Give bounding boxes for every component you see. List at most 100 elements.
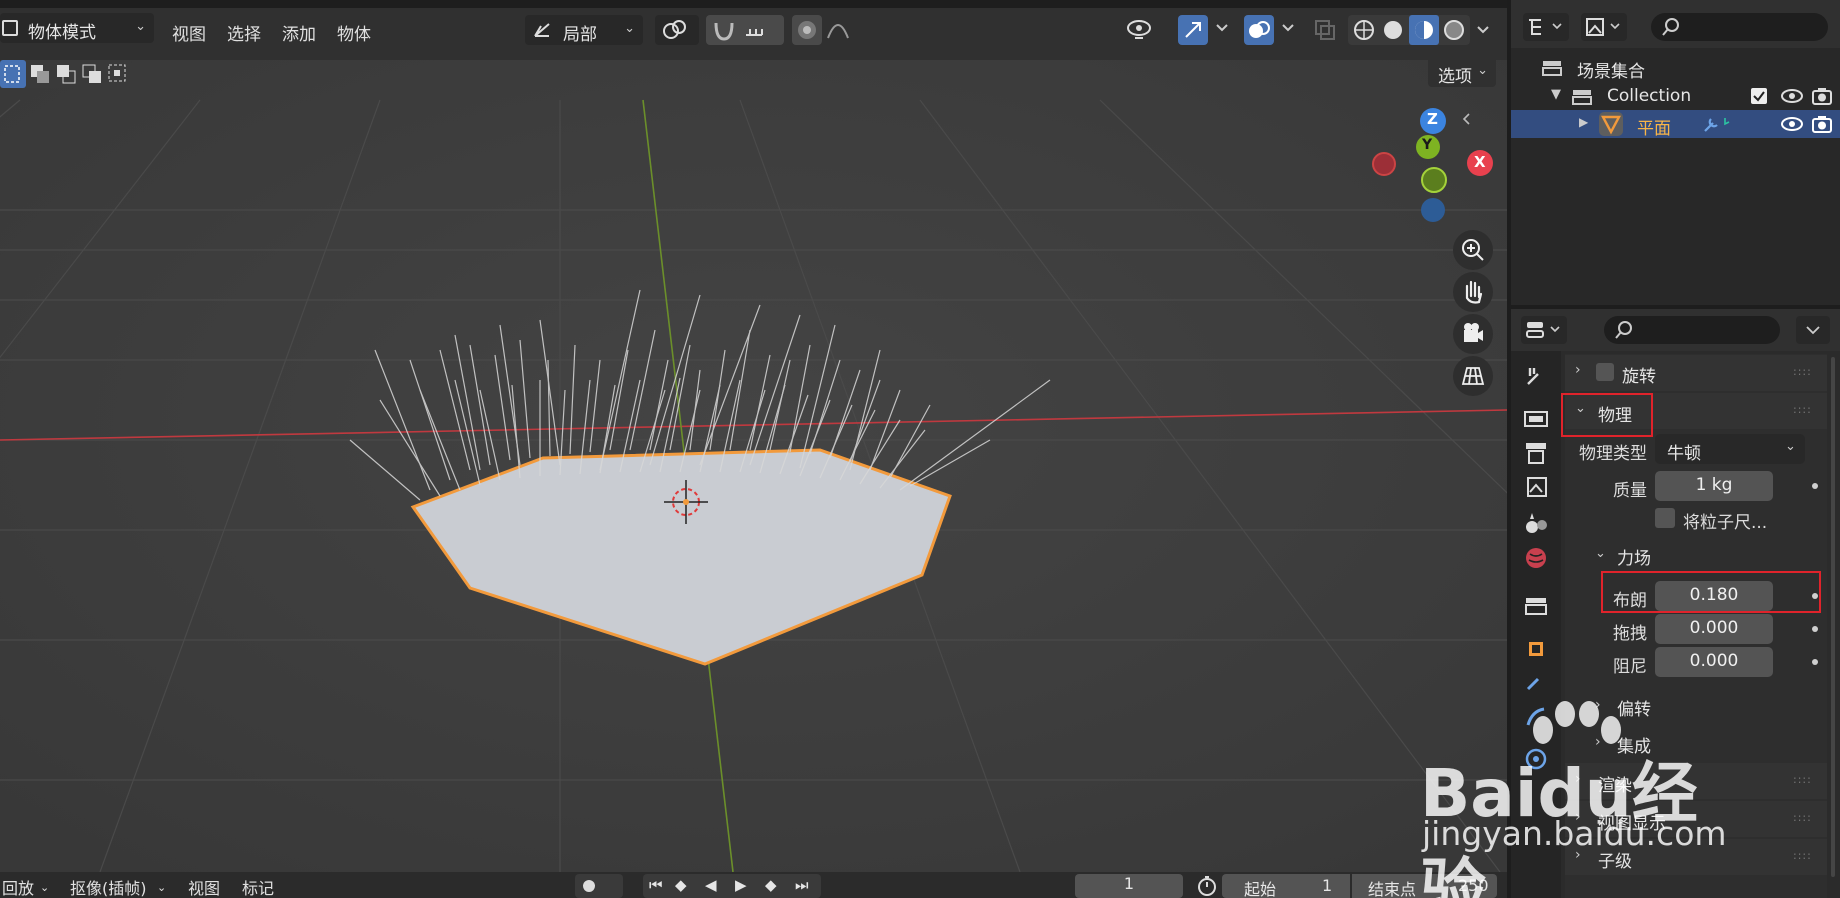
chevron-down-icon[interactable]: ⌄ bbox=[40, 881, 49, 894]
collection-tab-icon[interactable] bbox=[1520, 590, 1552, 622]
current-frame-field[interactable]: 1 bbox=[1075, 874, 1183, 898]
render-tab-icon[interactable] bbox=[1520, 402, 1552, 434]
overlay-toggle-button[interactable] bbox=[1244, 15, 1274, 45]
filter-dropdown[interactable] bbox=[1581, 13, 1627, 41]
solid-shading-icon[interactable] bbox=[1381, 18, 1405, 42]
prev-key-icon[interactable]: ◆ bbox=[675, 876, 687, 894]
damp-field[interactable]: 0.000 bbox=[1655, 647, 1773, 677]
stopwatch-icon[interactable] bbox=[1195, 874, 1219, 898]
select-extend-icon[interactable] bbox=[54, 62, 78, 86]
camera-view-button[interactable] bbox=[1453, 314, 1493, 354]
options-dropdown[interactable]: 选项 ⌄ bbox=[1428, 60, 1496, 87]
chevron-down-icon[interactable] bbox=[1214, 20, 1230, 36]
menu-object[interactable]: 物体 bbox=[337, 20, 371, 45]
rotation-checkbox[interactable] bbox=[1596, 363, 1614, 381]
timeline-view-menu[interactable]: 视图 bbox=[188, 875, 220, 898]
auto-key-button[interactable] bbox=[575, 874, 623, 898]
scene-tab-icon[interactable] bbox=[1520, 507, 1552, 539]
animate-property-dot[interactable] bbox=[1812, 626, 1818, 632]
wireframe-shading-icon[interactable] bbox=[1352, 18, 1376, 42]
drag-field[interactable]: 0.000 bbox=[1655, 614, 1773, 644]
gizmo-neg-z[interactable] bbox=[1421, 198, 1445, 222]
snap-toggle-button[interactable] bbox=[706, 15, 784, 45]
drag-grip-icon[interactable]: :::: bbox=[1793, 773, 1812, 786]
play-icon[interactable]: ▶ bbox=[735, 876, 747, 894]
drag-grip-icon[interactable]: :::: bbox=[1793, 811, 1812, 824]
grid-perspective-icon bbox=[1461, 367, 1485, 385]
mass-field[interactable]: 1 kg bbox=[1655, 471, 1773, 501]
modifier-tab-icon[interactable] bbox=[1520, 665, 1552, 697]
gizmo-z-axis[interactable]: Z bbox=[1420, 108, 1446, 134]
menu-add[interactable]: 添加 bbox=[282, 20, 316, 45]
modifier-wrench-icon[interactable] bbox=[1701, 114, 1733, 134]
pivot-point-button[interactable] bbox=[655, 15, 699, 45]
physics-type-dropdown[interactable]: 牛顿 ⌄ bbox=[1655, 434, 1805, 464]
perspective-toggle-button[interactable] bbox=[1453, 356, 1493, 396]
chevron-down-icon[interactable] bbox=[1475, 22, 1491, 38]
playback-menu[interactable]: 回放 bbox=[2, 875, 34, 898]
next-key-icon[interactable]: ◆ bbox=[765, 876, 777, 894]
jump-start-icon[interactable]: ⏮ bbox=[649, 876, 663, 894]
animate-property-dot[interactable] bbox=[1812, 659, 1818, 665]
drag-grip-icon[interactable]: :::: bbox=[1793, 849, 1812, 862]
properties-search-input[interactable] bbox=[1604, 316, 1780, 344]
gizmo-neg-x[interactable] bbox=[1372, 152, 1396, 176]
drag-grip-icon[interactable]: :::: bbox=[1793, 403, 1812, 416]
keying-menu[interactable]: 抠像(插帧) bbox=[70, 875, 147, 898]
gizmo-x-axis[interactable]: X bbox=[1467, 150, 1493, 176]
pan-button[interactable] bbox=[1453, 272, 1493, 312]
jump-end-icon[interactable]: ⏭ bbox=[795, 876, 809, 894]
eye-icon[interactable] bbox=[1780, 114, 1804, 134]
chevron-down-icon[interactable] bbox=[1280, 20, 1296, 36]
outliner-search-input[interactable] bbox=[1651, 13, 1828, 41]
material-shading-button[interactable] bbox=[1409, 15, 1439, 45]
render-camera-icon[interactable] bbox=[1810, 85, 1834, 107]
select-subtract-icon[interactable] bbox=[80, 62, 104, 86]
menu-view[interactable]: 视图 bbox=[172, 20, 206, 45]
world-tab-icon[interactable] bbox=[1520, 542, 1552, 574]
play-reverse-icon[interactable]: ◀ bbox=[705, 876, 717, 894]
eye-icon[interactable] bbox=[1780, 86, 1804, 106]
gizmo-toggle-button[interactable] bbox=[1178, 15, 1208, 45]
expand-triangle-icon[interactable]: ▼ bbox=[1551, 87, 1561, 102]
render-camera-icon[interactable] bbox=[1810, 113, 1834, 135]
rendered-shading-icon[interactable] bbox=[1442, 18, 1466, 42]
exclude-checkbox[interactable] bbox=[1751, 88, 1767, 104]
animate-property-dot[interactable] bbox=[1812, 483, 1818, 489]
3d-viewport[interactable]: 选项 ⌄ Z Y X bbox=[0, 60, 1507, 872]
collapse-arrow-icon[interactable] bbox=[1460, 112, 1474, 126]
expand-triangle-icon[interactable]: ▶ bbox=[1579, 115, 1588, 129]
transform-orientation-dropdown[interactable]: 局部 ⌄ bbox=[525, 15, 643, 45]
select-box-button[interactable] bbox=[0, 60, 26, 88]
rotation-subpanel-header[interactable]: › 旋转 :::: bbox=[1565, 355, 1827, 391]
tool-tab-icon[interactable] bbox=[1520, 360, 1552, 392]
marker-menu[interactable]: 标记 bbox=[242, 875, 274, 898]
drag-grip-icon[interactable]: :::: bbox=[1793, 365, 1812, 378]
falloff-curve-icon[interactable] bbox=[826, 18, 870, 42]
force-field-subpanel-header[interactable]: 力场 bbox=[1617, 544, 1651, 569]
size-mass-checkbox[interactable] bbox=[1655, 508, 1675, 528]
panel-options-dropdown[interactable] bbox=[1796, 316, 1830, 344]
visibility-eye-icon[interactable] bbox=[1125, 14, 1169, 46]
chevron-down-icon[interactable]: ⌄ bbox=[157, 881, 166, 894]
menu-select[interactable]: 选择 bbox=[227, 20, 261, 45]
zoom-button[interactable] bbox=[1453, 230, 1493, 270]
editor-type-dropdown[interactable] bbox=[1521, 316, 1567, 344]
object-row-selected[interactable]: ▶ 平面 bbox=[1511, 110, 1840, 139]
proportional-edit-button[interactable] bbox=[792, 15, 822, 45]
scene-collection-row[interactable]: 场景集合 bbox=[1511, 53, 1840, 82]
select-intersect-icon[interactable] bbox=[106, 62, 130, 86]
display-mode-dropdown[interactable] bbox=[1523, 13, 1569, 41]
start-frame-field[interactable]: 起始 1 bbox=[1222, 874, 1350, 898]
select-new-icon[interactable] bbox=[28, 62, 52, 86]
gizmo-neg-y[interactable] bbox=[1421, 167, 1447, 193]
view-layer-tab-icon[interactable] bbox=[1520, 472, 1552, 504]
collection-row[interactable]: ▼ Collection bbox=[1511, 82, 1840, 110]
output-tab-icon[interactable] bbox=[1520, 437, 1552, 469]
properties-scrollbar[interactable] bbox=[1831, 357, 1835, 877]
xray-toggle-icon[interactable] bbox=[1313, 18, 1337, 42]
gizmo-y-axis[interactable]: Y bbox=[1416, 135, 1440, 159]
mode-dropdown[interactable]: 物体模式 ⌄ bbox=[0, 13, 154, 43]
object-tab-icon[interactable] bbox=[1520, 633, 1552, 665]
chevron-down-icon[interactable]: ⌄ bbox=[1595, 546, 1606, 561]
